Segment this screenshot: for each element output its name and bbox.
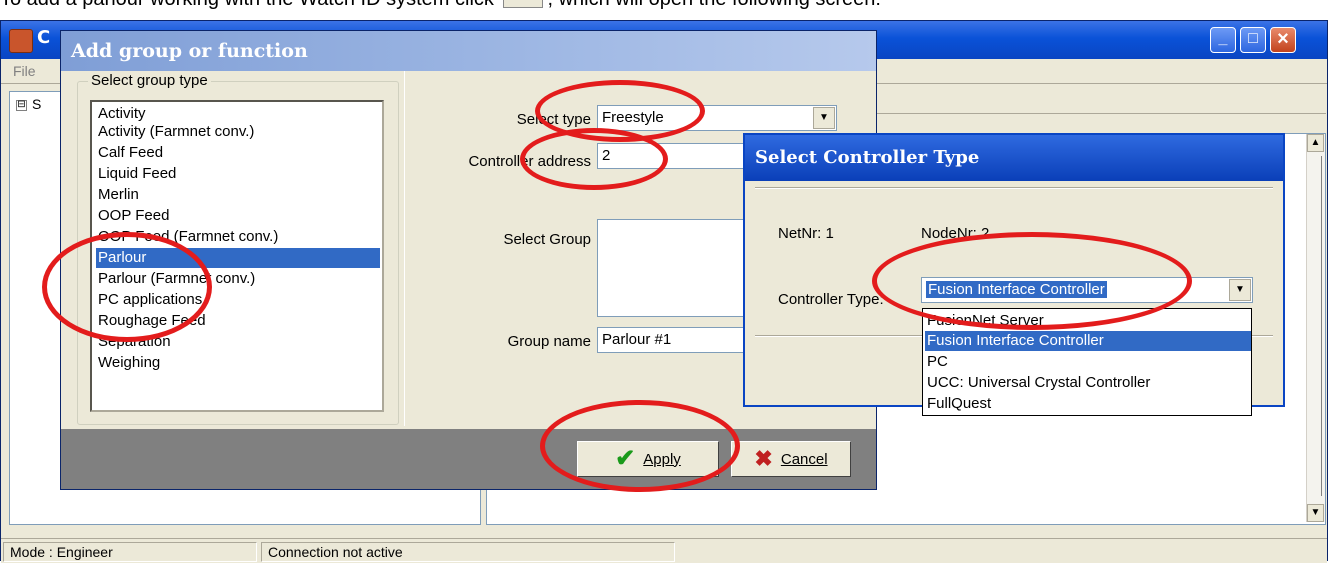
group-type-item[interactable]: Merlin (96, 185, 380, 205)
controller-option-selected[interactable]: Fusion Interface Controller (925, 331, 1251, 351)
controller-option[interactable]: FullQuest (925, 394, 1251, 414)
separator (755, 187, 1273, 189)
add-group-dialog-title: Add group or function (71, 40, 308, 62)
group-type-item[interactable]: OOP Feed (96, 206, 380, 226)
select-type-value: Freestyle (602, 109, 664, 126)
cancel-x-icon: ✖ (754, 446, 773, 471)
chevron-down-icon[interactable]: ▼ (1229, 279, 1251, 301)
group-type-legend: Select group type (88, 72, 211, 89)
status-mode: Mode : Engineer (3, 542, 257, 562)
app-icon (9, 29, 33, 53)
controller-option[interactable]: UCC: Universal Crystal Controller (925, 373, 1251, 393)
apply-button-label: Apply (643, 450, 681, 468)
group-type-item[interactable]: OOP Feed (Farmnet conv.) (96, 227, 380, 247)
node-nr-label: NodeNr: 2 (921, 225, 990, 242)
group-type-item-selected[interactable]: Parlour (96, 248, 380, 268)
instruction-before: To add a parlour working with the Watch … (0, 0, 494, 10)
instruction-text: To add a parlour working with the Watch … (0, 0, 1328, 14)
close-button[interactable]: × (1270, 27, 1296, 53)
controller-option[interactable]: PC (925, 352, 1251, 372)
scroll-track (1321, 156, 1322, 496)
dialog-footer: ✔ Apply ✖ Cancel (61, 429, 876, 489)
controller-type-dropdown[interactable]: FusionNet Server Fusion Interface Contro… (922, 308, 1252, 416)
apply-button[interactable]: ✔ Apply (577, 441, 719, 477)
tree-root-label[interactable]: S (32, 96, 41, 112)
minimize-button[interactable]: _ (1210, 27, 1236, 53)
scroll-down-icon[interactable]: ▼ (1307, 504, 1324, 522)
group-type-item[interactable]: Weighing (96, 353, 380, 373)
controller-type-dialog-title-bar: Select Controller Type (745, 135, 1283, 181)
instruction-after: , which will open the following screen: (547, 0, 881, 10)
chevron-down-icon[interactable]: ▼ (813, 107, 835, 129)
vertical-scrollbar[interactable]: ▲ ▼ (1306, 134, 1325, 522)
tree-collapse-icon[interactable]: ⊟ (16, 100, 27, 111)
maximize-button[interactable]: □ (1240, 27, 1266, 53)
add-group-button-icon (503, 0, 544, 8)
select-type-combo[interactable]: Freestyle ▼ (597, 105, 837, 131)
dialog-divider (404, 71, 405, 426)
group-name-label: Group name (507, 333, 591, 350)
controller-address-label: Controller address (468, 153, 591, 170)
select-type-label: Select type (516, 111, 591, 128)
group-type-item[interactable]: Activity (Farmnet conv.) (96, 122, 380, 142)
cancel-button-label: Cancel (780, 450, 828, 468)
group-type-item[interactable]: Separation (96, 332, 380, 352)
group-type-groupbox: Select group type Activity Activity (Far… (77, 72, 399, 425)
controller-type-value: Fusion Interface Controller (926, 281, 1107, 298)
group-type-item[interactable]: PC applications (96, 290, 380, 310)
status-connection: Connection not active (261, 542, 675, 562)
cancel-button[interactable]: ✖ Cancel (731, 441, 851, 477)
select-group-list[interactable] (597, 219, 747, 317)
controller-address-field[interactable]: 2 (597, 143, 747, 169)
status-bar: Mode : Engineer Connection not active (1, 538, 1327, 563)
controller-type-label: Controller Type: (778, 291, 884, 308)
group-type-item[interactable]: Calf Feed (96, 143, 380, 163)
group-type-item[interactable]: Activity (96, 104, 380, 124)
checkmark-icon: ✔ (615, 445, 636, 472)
group-type-list[interactable]: Activity Activity (Farmnet conv.) Calf F… (90, 100, 384, 412)
scroll-up-icon[interactable]: ▲ (1307, 134, 1324, 152)
group-type-item[interactable]: Liquid Feed (96, 164, 380, 184)
net-nr-label: NetNr: 1 (778, 225, 834, 242)
main-window-title: C (37, 27, 51, 48)
controller-option[interactable]: FusionNet Server (925, 311, 1251, 331)
controller-type-combo[interactable]: Fusion Interface Controller ▼ (921, 277, 1253, 303)
select-group-label: Select Group (503, 231, 591, 248)
add-group-dialog-title-bar: Add group or function (61, 31, 876, 71)
group-type-item[interactable]: Parlour (Farmnet conv.) (96, 269, 380, 289)
group-name-field[interactable]: Parlour #1 (597, 327, 747, 353)
controller-type-dialog-title: Select Controller Type (755, 147, 980, 168)
menu-file[interactable]: File (13, 63, 36, 79)
group-type-item[interactable]: Roughage Feed (96, 311, 380, 331)
